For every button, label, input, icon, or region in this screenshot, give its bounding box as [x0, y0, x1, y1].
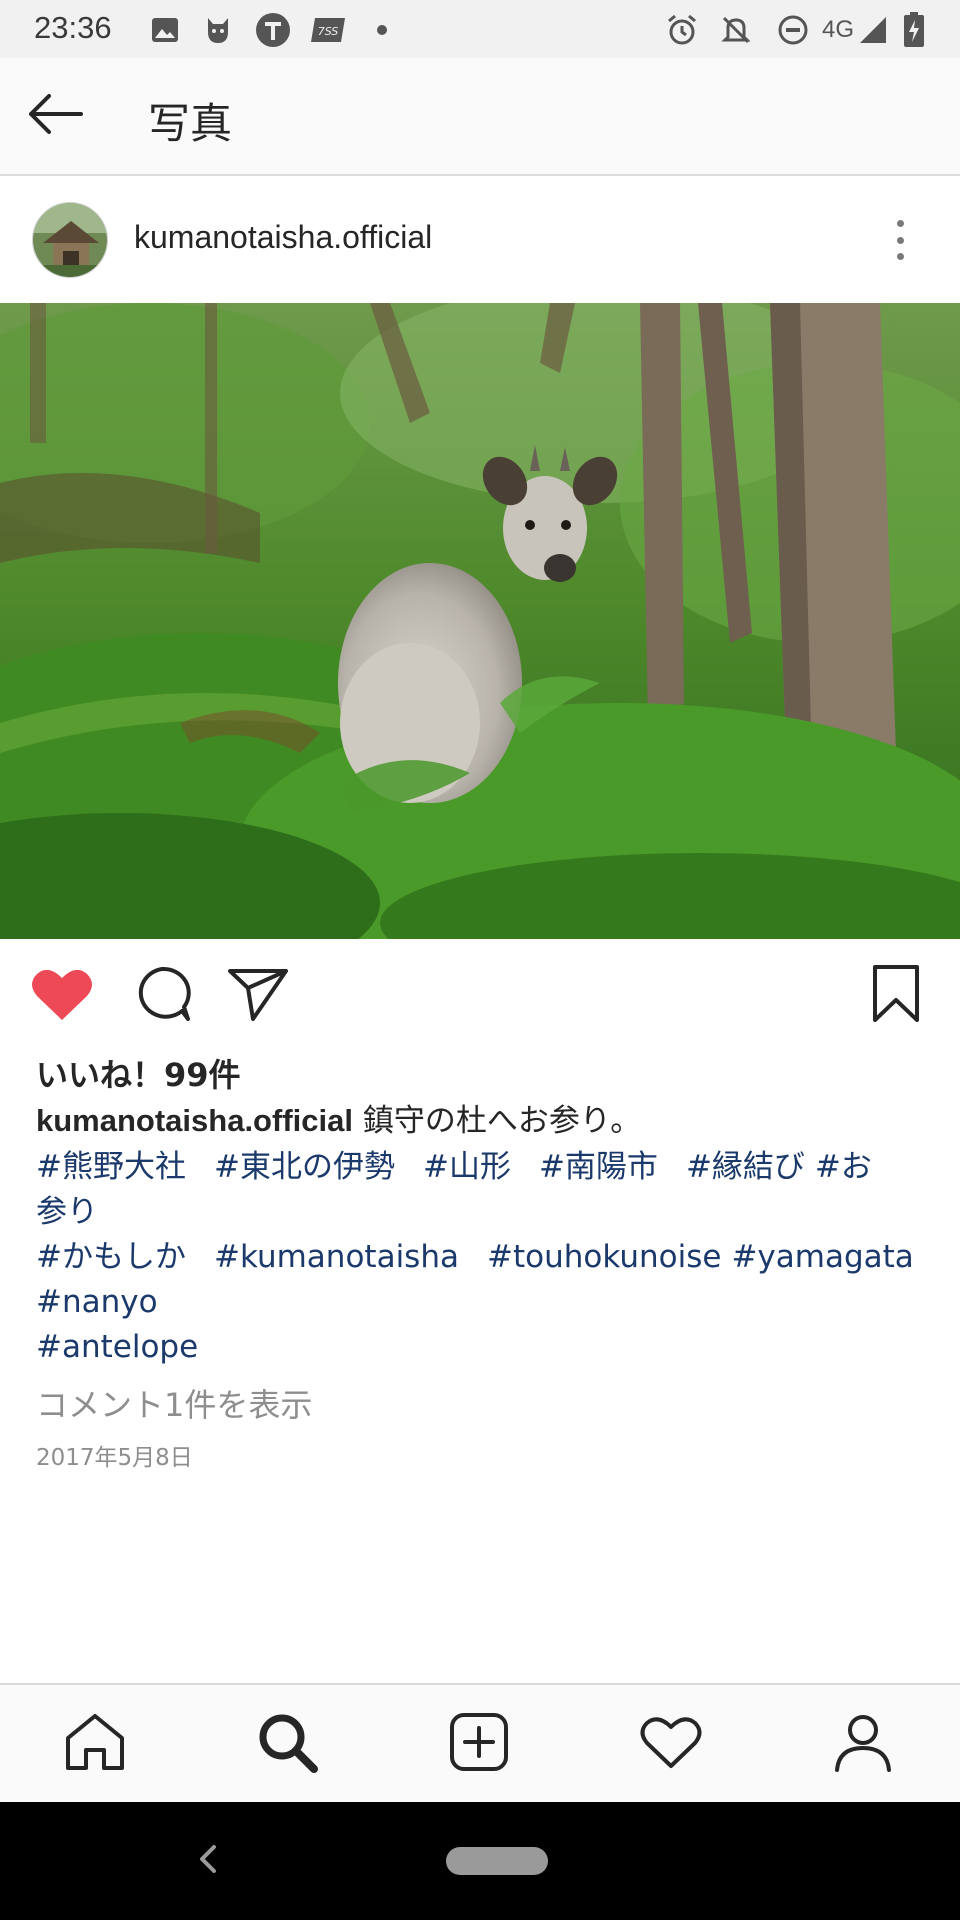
post-date: 2017年5月8日 — [36, 1445, 193, 1471]
caption-text: 鎮守の杜へお参り。 — [352, 1103, 642, 1139]
alarm-icon — [664, 13, 700, 47]
view-comments-link[interactable]: コメント1件を表示 — [36, 1380, 312, 1426]
hashtag[interactable]: #nanyo — [36, 1284, 158, 1320]
back-icon — [198, 1843, 218, 1879]
hashtag[interactable]: #kumanotaisha — [214, 1239, 459, 1275]
nav-search[interactable] — [252, 1711, 322, 1777]
activity-heart-icon — [640, 1714, 702, 1774]
bell-off-icon — [718, 13, 754, 47]
hashtag[interactable]: #antelope — [36, 1329, 198, 1365]
hashtag-line: #熊野大社 #東北の伊勢 #山形 #南陽市 #縁結び #お — [36, 1145, 926, 1190]
nav-home[interactable] — [60, 1711, 130, 1777]
status-time: 23:36 — [34, 10, 112, 45]
hashtag-continuation[interactable]: 参り — [36, 1194, 98, 1230]
home-pill[interactable] — [446, 1847, 548, 1875]
hashtag[interactable]: #縁結び — [686, 1149, 805, 1185]
caption-username[interactable]: kumanotaisha.official — [36, 1103, 353, 1138]
app-bar: 写真 — [0, 58, 960, 176]
hashtags: #熊野大社 #東北の伊勢 #山形 #南陽市 #縁結び #お 参り #かもしか #kumano… — [36, 1145, 926, 1370]
profile-icon — [833, 1712, 893, 1776]
post-photo[interactable] — [0, 303, 960, 939]
signal-icon — [856, 13, 890, 47]
search-icon — [256, 1711, 318, 1777]
battery-icon — [900, 12, 928, 47]
system-nav-bar — [0, 1802, 960, 1920]
share-button[interactable] — [226, 966, 290, 1026]
nav-profile[interactable] — [828, 1711, 898, 1777]
hashtag-line: 参り — [36, 1190, 926, 1235]
network-label: 4G — [821, 16, 854, 43]
add-post-icon — [449, 1712, 509, 1776]
svg-text:7SS: 7SS — [318, 25, 339, 38]
post-header: kumanotaisha.official — [0, 178, 960, 303]
more-options-button[interactable] — [880, 208, 920, 272]
comment-button[interactable] — [130, 966, 194, 1026]
heart-filled-icon — [31, 966, 93, 1026]
likes-count[interactable]: いいね！99件 — [36, 1050, 241, 1096]
dot-icon — [896, 236, 904, 244]
cat-icon — [200, 13, 236, 47]
avatar[interactable] — [32, 202, 108, 278]
dot-icon — [896, 220, 904, 227]
bookmark-icon — [871, 964, 921, 1028]
hashtag[interactable]: #yamagata — [731, 1239, 913, 1275]
comment-bubble-icon — [132, 965, 192, 1027]
hashtag[interactable]: #山形 — [423, 1149, 511, 1185]
like-button[interactable] — [30, 966, 94, 1026]
back-button[interactable] — [22, 88, 88, 144]
nav-new-post[interactable] — [444, 1711, 514, 1777]
image-icon — [148, 13, 182, 47]
arrow-left-icon — [25, 92, 85, 140]
hashtag-line: #nanyo — [36, 1280, 926, 1325]
hashtag[interactable]: #熊野大社 — [36, 1149, 186, 1185]
dot-icon — [896, 253, 904, 260]
dnd-icon — [776, 13, 810, 47]
save-button[interactable] — [864, 964, 928, 1028]
t-badge-icon — [254, 13, 292, 47]
system-back-button[interactable] — [190, 1838, 226, 1884]
post-actions — [0, 950, 960, 1040]
nav-activity[interactable] — [636, 1711, 706, 1777]
post-username[interactable]: kumanotaisha.official — [134, 219, 432, 256]
send-paper-plane-icon — [227, 966, 289, 1026]
dot-icon — [374, 13, 390, 47]
hashtag-line: #antelope — [36, 1325, 926, 1370]
bottom-nav — [0, 1683, 960, 1802]
page-title: 写真 — [148, 99, 233, 148]
status-bar: 23:36 7SS 4G — [0, 0, 960, 58]
home-icon — [64, 1712, 126, 1776]
hashtag-line: #かもしか #kumanotaisha #touhokunoise #yamagata — [36, 1235, 926, 1280]
tss-icon: 7SS — [308, 13, 348, 47]
hashtag[interactable]: #かもしか — [36, 1239, 186, 1275]
caption: kumanotaisha.official 鎮守の杜へお参り。 — [36, 1098, 926, 1144]
hashtag[interactable]: #南陽市 — [539, 1149, 658, 1185]
hashtag[interactable]: #お — [815, 1149, 872, 1185]
hashtag[interactable]: #touhokunoise — [487, 1239, 721, 1275]
hashtag[interactable]: #東北の伊勢 — [214, 1149, 395, 1185]
